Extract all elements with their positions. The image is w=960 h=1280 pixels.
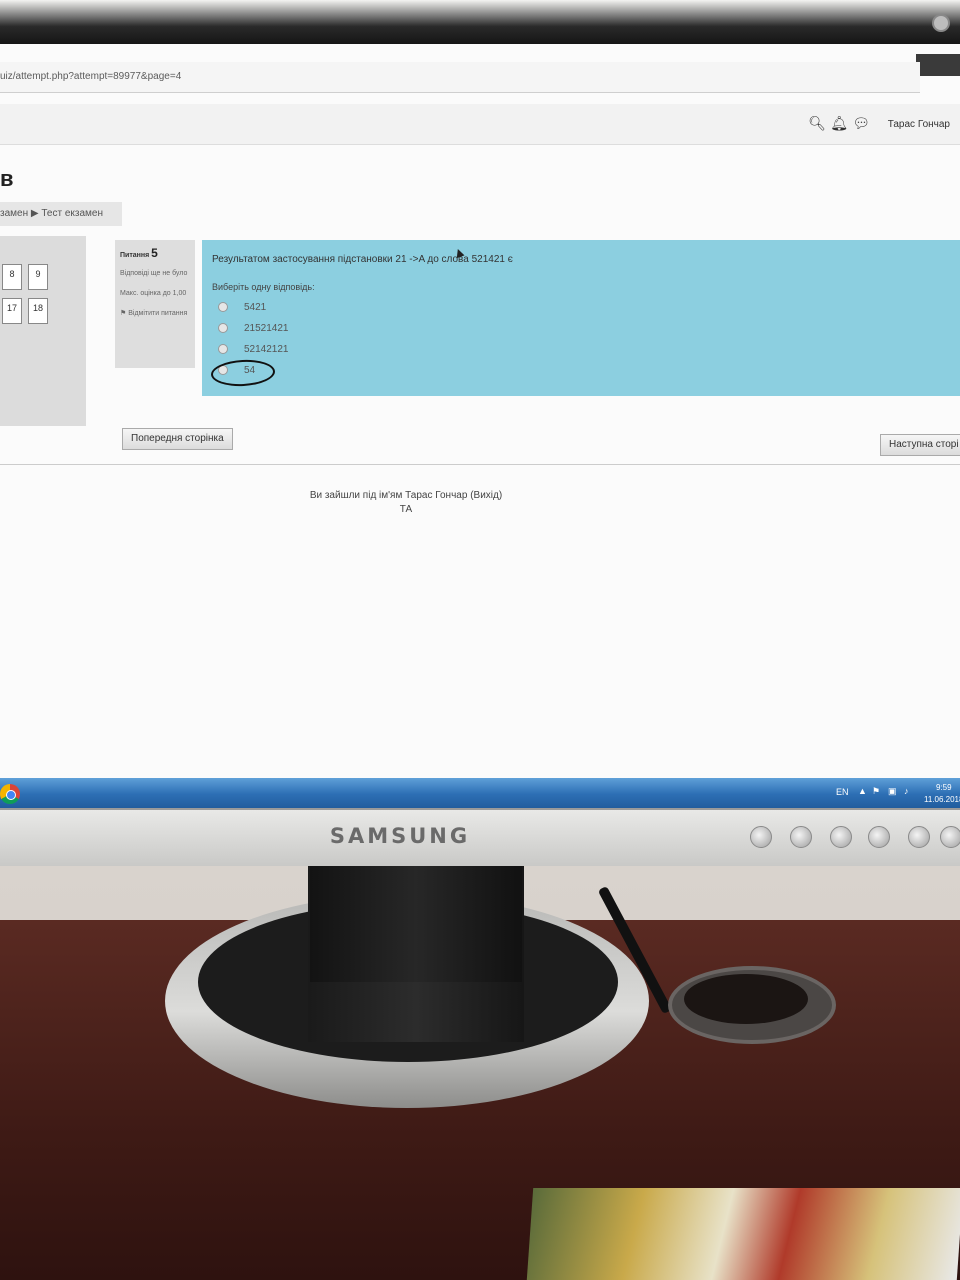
answer-option-label: 52142121: [244, 344, 289, 355]
volume-icon[interactable]: ♪: [904, 786, 909, 796]
monitor-down-button-icon[interactable]: [790, 826, 812, 848]
quiz-nav-button[interactable]: 8: [2, 264, 22, 290]
answer-prompt: Виберіть одну відповідь:: [212, 282, 315, 292]
clock-date[interactable]: 11.06.2018: [924, 795, 960, 804]
monitor-power-button-icon[interactable]: [940, 826, 960, 848]
window-controls[interactable]: [916, 54, 960, 76]
question-label: Питання: [120, 252, 150, 259]
site-navbar: 🔍︎ 🔔︎ 💬︎ Тарас Гончар: [0, 104, 960, 145]
answer-option[interactable]: 21521421: [218, 323, 289, 334]
monitor-top-bezel: [0, 0, 960, 44]
footer-divider: [0, 464, 960, 465]
user-menu[interactable]: Тарас Гончар: [888, 119, 950, 130]
quiz-nav-button[interactable]: 18: [28, 298, 48, 324]
tray-expand-icon[interactable]: ▲: [858, 786, 867, 796]
address-bar[interactable]: uiz/attempt.php?attempt=89977&page=4: [0, 62, 920, 93]
radio-button[interactable]: [218, 344, 228, 355]
action-center-flag-icon[interactable]: ⚑: [872, 786, 880, 797]
messages-icon[interactable]: 💬︎: [852, 115, 870, 132]
question-status: Відповіді ще не було: [120, 270, 188, 277]
clock-time[interactable]: 9:59: [936, 783, 952, 792]
monitor-brand-logo: SAMSUNG: [329, 824, 471, 848]
radio-button[interactable]: [218, 323, 228, 334]
quiz-nav-button[interactable]: 9: [28, 264, 48, 290]
search-icon[interactable]: 🔍︎: [808, 115, 826, 132]
windows-taskbar: EN ▲ ⚑ ▣ ♪ 9:59 11.06.2018: [0, 778, 960, 808]
page-title: в: [0, 166, 14, 191]
monitor-up-button-icon[interactable]: [830, 826, 852, 848]
breadcrumb[interactable]: замен ▶ Тест екзамен: [0, 202, 122, 226]
flag-question-label: Відмітити питання: [128, 310, 188, 317]
monitor-enter-button-icon[interactable]: [868, 826, 890, 848]
answer-option[interactable]: 5421: [218, 302, 266, 313]
flag-question-link[interactable]: ⚑ Відмітити питання: [120, 307, 195, 321]
question-info-panel: Питання 5 Відповіді ще не було Макс. оці…: [115, 240, 195, 368]
logged-in-info[interactable]: Ви зайшли під ім'ям Тарас Гончар (Вихід): [0, 490, 812, 501]
answer-option[interactable]: 52142121: [218, 344, 289, 355]
question-content: Результатом застосування підстановки 21 …: [202, 240, 960, 396]
chrome-icon[interactable]: [0, 784, 20, 804]
quiz-navigation-block: 8 9 17 18: [0, 236, 86, 426]
desk-cable-hole: [684, 974, 808, 1024]
monitor-auto-button-icon[interactable]: [908, 826, 930, 848]
flag-icon: ⚑: [120, 310, 127, 317]
network-icon[interactable]: ▣: [888, 786, 897, 797]
question-max-grade: Макс. оцінка до 1,00: [120, 290, 187, 297]
monitor-stand-neck-front: [310, 862, 522, 982]
radio-button[interactable]: [218, 302, 228, 313]
answer-option-label: 21521421: [244, 323, 289, 334]
notifications-icon[interactable]: 🔔︎: [830, 115, 848, 132]
answer-option-label: 5421: [244, 302, 267, 313]
footer-initials: ТА: [399, 504, 413, 515]
language-indicator[interactable]: EN: [836, 787, 849, 797]
papers-on-desk: [526, 1188, 960, 1280]
next-page-button[interactable]: Наступна сторі: [880, 434, 960, 456]
monitor-menu-button-icon[interactable]: [750, 826, 772, 848]
monitor-screen: uiz/attempt.php?attempt=89977&page=4 🔍︎ …: [0, 44, 960, 808]
quiz-nav-button[interactable]: 17: [2, 298, 22, 324]
question-number: 5: [151, 246, 158, 260]
previous-page-button[interactable]: Попередня сторінка: [122, 428, 233, 450]
bezel-button-icon: [932, 14, 950, 32]
url-text: uiz/attempt.php?attempt=89977&page=4: [0, 71, 182, 82]
